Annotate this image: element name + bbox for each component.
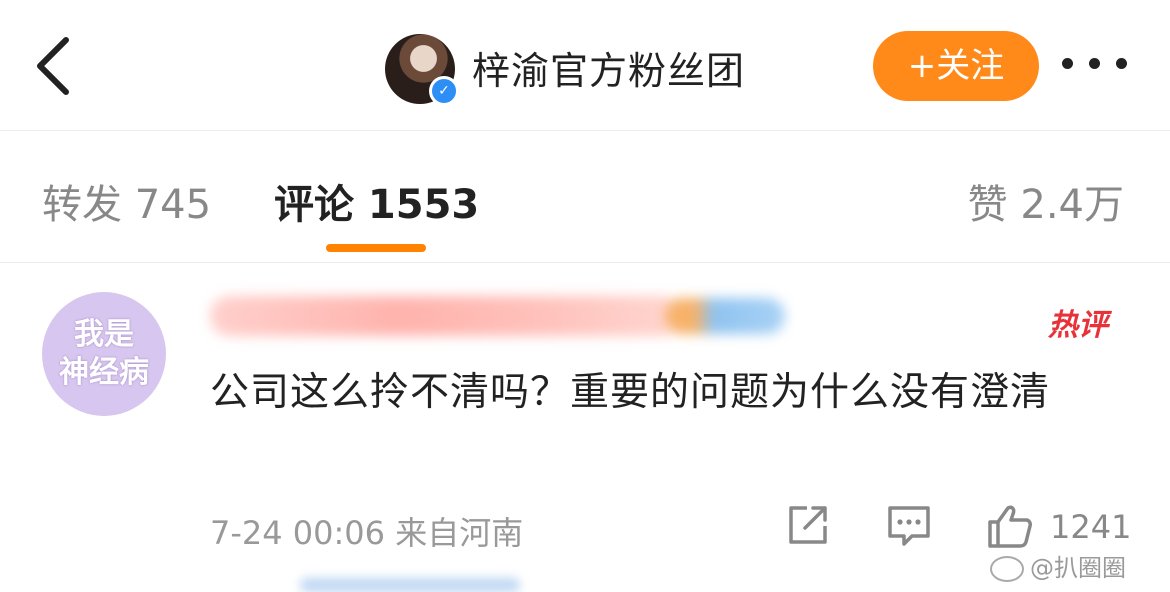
page-title[interactable]: 梓渝官方粉丝团 xyxy=(472,40,745,95)
follow-button[interactable]: +关注 xyxy=(873,31,1039,101)
active-tab-indicator xyxy=(326,244,426,252)
back-arrow-icon xyxy=(37,37,69,95)
like-count: 1241 xyxy=(1050,508,1132,546)
hot-comment-badge: 热评 xyxy=(1048,308,1108,343)
weibo-logo-icon xyxy=(990,556,1024,582)
comment-meta: 7-24 00:06 来自河南 xyxy=(210,514,524,552)
thumbs-up-icon xyxy=(988,505,1032,548)
watermark-text: @扒圈圈 xyxy=(1030,554,1126,582)
verified-icon: ✓ xyxy=(429,76,459,106)
avatar-text-line2: 神经病 xyxy=(59,355,149,390)
tab-repost[interactable]: 转发 745 xyxy=(42,172,211,230)
next-comment-blurred xyxy=(300,578,520,592)
account-avatar[interactable]: ✓ xyxy=(385,34,459,106)
share-icon xyxy=(789,506,827,544)
comment-text: 公司这么拎不清吗？重要的问题为什么没有澄清 xyxy=(210,370,1051,415)
divider xyxy=(0,130,1170,131)
share-button[interactable] xyxy=(785,502,831,548)
commenter-name-blurred[interactable] xyxy=(210,296,680,336)
reply-button[interactable] xyxy=(886,502,932,548)
divider xyxy=(0,262,1170,263)
top-bar: ✓ 梓渝官方粉丝团 +关注 xyxy=(0,0,1170,130)
tab-comment[interactable]: 评论 1553 xyxy=(274,172,479,230)
like-button[interactable] xyxy=(986,502,1034,550)
back-button[interactable] xyxy=(28,34,88,98)
more-dots-icon[interactable] xyxy=(1058,44,1132,84)
commenter-badge-blurred xyxy=(665,298,785,334)
tab-like[interactable]: 赞 2.4万 xyxy=(968,172,1124,230)
reply-icon xyxy=(888,506,930,546)
commenter-avatar[interactable]: 我是 神经病 xyxy=(42,292,166,416)
avatar-text-line1: 我是 xyxy=(74,317,134,352)
watermark: @扒圈圈 xyxy=(990,548,1126,583)
